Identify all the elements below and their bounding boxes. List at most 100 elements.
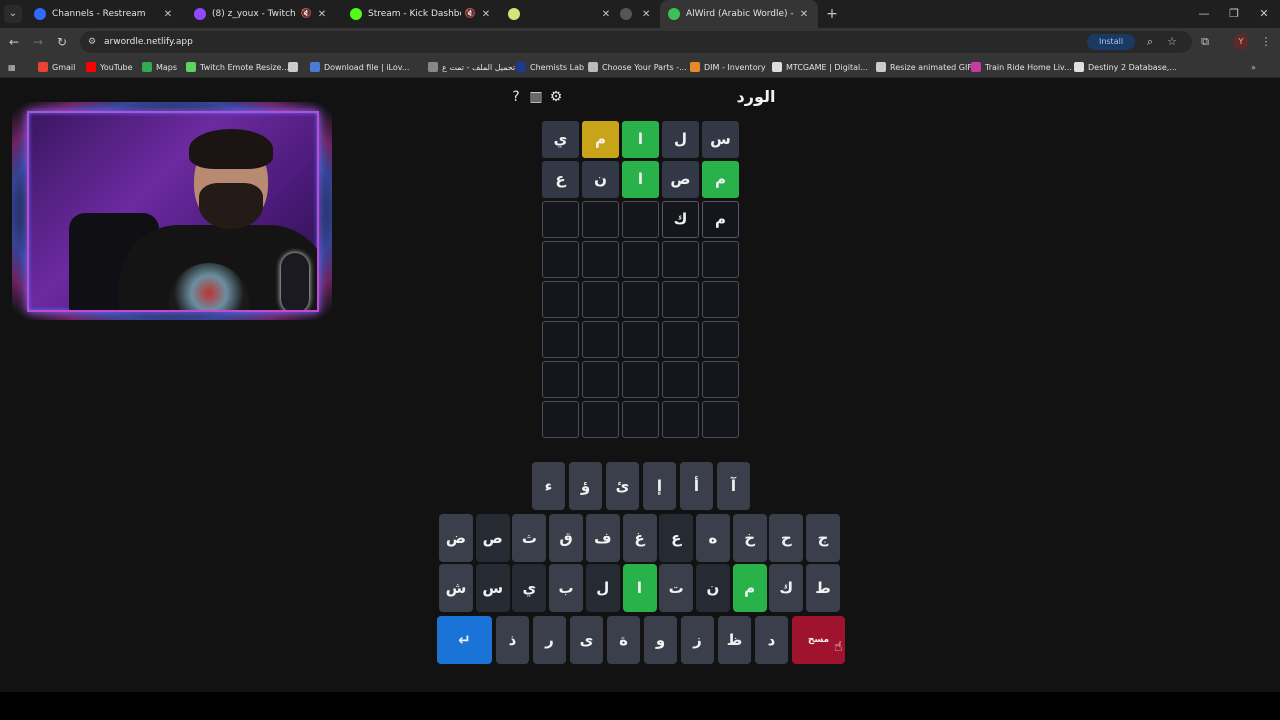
bookmark-label: Choose Your Parts -... xyxy=(602,62,687,72)
browser-tab[interactable]: (8) z_youx - Twitch 🔇 ✕ xyxy=(186,0,336,28)
browser-tab[interactable]: Stream - Kick Dashboard 🔇 ✕ xyxy=(342,0,500,28)
bookmark-item[interactable]: Twitch Emote Resize... xyxy=(186,60,289,74)
more-bookmarks-icon[interactable]: » xyxy=(1251,60,1256,74)
keyboard-key[interactable]: د xyxy=(755,616,788,664)
keyboard-key[interactable]: ف xyxy=(585,514,620,562)
bookmark-item[interactable]: MTCGAME | Digital... xyxy=(772,60,868,74)
keyboard-key[interactable]: ر xyxy=(533,616,566,664)
keyboard-key[interactable]: ئ xyxy=(606,462,639,510)
keyboard-key[interactable]: آ xyxy=(717,462,750,510)
site-info-icon[interactable]: ⚙ xyxy=(88,36,100,48)
bookmark-label: Gmail xyxy=(52,62,76,72)
keyboard-key[interactable]: ع xyxy=(659,514,694,562)
settings-icon[interactable]: ⚙ xyxy=(547,88,565,106)
keyboard-key[interactable]: ض xyxy=(439,514,473,562)
keyboard-key[interactable]: ش xyxy=(439,564,473,612)
keyboard-key[interactable]: ن xyxy=(695,564,730,612)
extensions-icon[interactable]: ⧉ xyxy=(1196,33,1214,51)
reload-icon[interactable]: ↻ xyxy=(54,34,70,50)
keyboard-key[interactable]: خ xyxy=(732,514,767,562)
keyboard-key[interactable]: ى xyxy=(570,616,603,664)
keyboard-key[interactable]: م xyxy=(732,564,767,612)
keyboard-key[interactable]: ذ xyxy=(496,616,529,664)
zoom-icon[interactable]: ⌕ xyxy=(1141,33,1159,51)
bookmark-item[interactable]: Destiny 2 Database,... xyxy=(1074,60,1177,74)
keyboard-key[interactable]: ا xyxy=(622,564,657,612)
new-tab-button[interactable]: + xyxy=(822,4,842,24)
bookmark-star-icon[interactable]: ☆ xyxy=(1163,33,1181,51)
tab-close-icon[interactable]: ✕ xyxy=(600,9,612,20)
keyboard-key[interactable]: ؤ xyxy=(569,462,602,510)
close-window-icon[interactable]: ✕ xyxy=(1248,0,1280,28)
bookmark-item[interactable]: DIM - Inventory xyxy=(690,60,766,74)
keyboard-key[interactable]: غ xyxy=(622,514,657,562)
bookmark-favicon-icon xyxy=(588,62,598,72)
tab-close-icon[interactable]: ✕ xyxy=(642,9,650,20)
bookmark-item[interactable]: Gmail xyxy=(38,60,75,74)
tab-close-icon[interactable]: ✕ xyxy=(162,9,174,20)
keyboard-key[interactable]: ز xyxy=(681,616,714,664)
keyboard-key[interactable]: ب xyxy=(549,564,584,612)
bookmark-favicon-icon xyxy=(310,62,320,72)
keyboard-key[interactable]: ق xyxy=(549,514,584,562)
keyboard-key[interactable]: ط xyxy=(806,564,840,612)
enter-key[interactable]: ↵ xyxy=(437,616,492,664)
keyboard-key[interactable]: ث xyxy=(512,514,547,562)
keyboard-key[interactable]: ي xyxy=(512,564,547,612)
browser-tab[interactable]: AlWird (Arabic Wordle) - الورد ✕ xyxy=(660,0,818,28)
keyboard-key[interactable]: ك xyxy=(769,564,804,612)
bookmark-label: تحميل الملف - تمت ع... xyxy=(442,62,523,72)
keyboard-key[interactable]: و xyxy=(644,616,677,664)
tab-close-icon[interactable]: ✕ xyxy=(316,9,328,20)
tab-muted-icon[interactable]: 🔇 xyxy=(465,9,476,19)
address-bar[interactable]: ⚙ arwordle.netlify.app xyxy=(80,31,1192,53)
keyboard-key[interactable]: إ xyxy=(643,462,676,510)
browser-tab[interactable]: ✕ xyxy=(500,0,620,28)
menu-icon[interactable]: ⋮ xyxy=(1257,33,1275,51)
keyboard-key[interactable]: ه xyxy=(695,514,730,562)
browser-tab[interactable]: Channels - Restream ✕ xyxy=(26,0,182,28)
bookmark-item[interactable]: Chemists Lab xyxy=(516,60,584,74)
keyboard-key[interactable]: ت xyxy=(659,564,694,612)
profile-avatar[interactable]: Y xyxy=(1233,34,1249,50)
tab-muted-icon[interactable]: 🔇 xyxy=(301,9,312,19)
bookmark-item[interactable]: Resize animated GIF xyxy=(876,60,972,74)
stats-icon[interactable]: ▥ xyxy=(527,88,545,106)
bookmark-item[interactable]: YouTube xyxy=(86,60,133,74)
keyboard-key[interactable]: ج xyxy=(806,514,840,562)
bookmark-item[interactable]: Train Ride Home Liv... xyxy=(971,60,1072,74)
tab-close-icon[interactable]: ✕ xyxy=(480,9,492,20)
keyboard-key[interactable]: ل xyxy=(585,564,620,612)
keyboard-key[interactable]: ظ xyxy=(718,616,751,664)
keyboard-key[interactable]: س xyxy=(475,564,510,612)
board-tile: ك xyxy=(662,201,699,238)
keyboard-key[interactable]: أ xyxy=(680,462,713,510)
board-tile xyxy=(622,281,659,318)
keyboard-key[interactable]: ء xyxy=(532,462,565,510)
bookmark-item[interactable]: تحميل الملف - تمت ع... xyxy=(428,60,523,74)
install-app-button[interactable]: Install xyxy=(1087,34,1135,50)
help-icon[interactable]: ? xyxy=(507,88,525,106)
url-text[interactable]: arwordle.netlify.app xyxy=(104,35,193,49)
keyboard-key[interactable]: ص xyxy=(475,514,510,562)
tab-close-icon[interactable]: ✕ xyxy=(798,9,810,20)
tab-search-icon[interactable]: ⌄ xyxy=(4,5,22,23)
bookmark-favicon-icon xyxy=(690,62,700,72)
back-icon[interactable]: ← xyxy=(6,34,22,50)
forward-icon[interactable]: → xyxy=(30,34,46,50)
minimize-icon[interactable]: — xyxy=(1188,0,1220,28)
board-tile xyxy=(542,321,579,358)
restore-icon[interactable]: ❐ xyxy=(1218,0,1250,28)
bookmark-item[interactable]: Download file | iLov... xyxy=(310,60,409,74)
bookmark-item[interactable]: Choose Your Parts -... xyxy=(588,60,687,74)
tab-favicon-icon xyxy=(620,8,632,20)
browser-tab[interactable]: كلمة✕ xyxy=(612,0,656,28)
bookmarks-bar: ▦ Gmail YouTube Maps Twitch Emote Resize...… xyxy=(0,56,1280,78)
streamer-hair xyxy=(189,129,273,169)
keyboard-key[interactable]: ح xyxy=(769,514,804,562)
apps-icon[interactable]: ▦ xyxy=(8,60,16,74)
bookmark-item[interactable]: Maps xyxy=(142,60,177,74)
keyboard-key[interactable]: ة xyxy=(607,616,640,664)
bookmark-item[interactable] xyxy=(288,60,302,74)
bookmark-favicon-icon xyxy=(1074,62,1084,72)
